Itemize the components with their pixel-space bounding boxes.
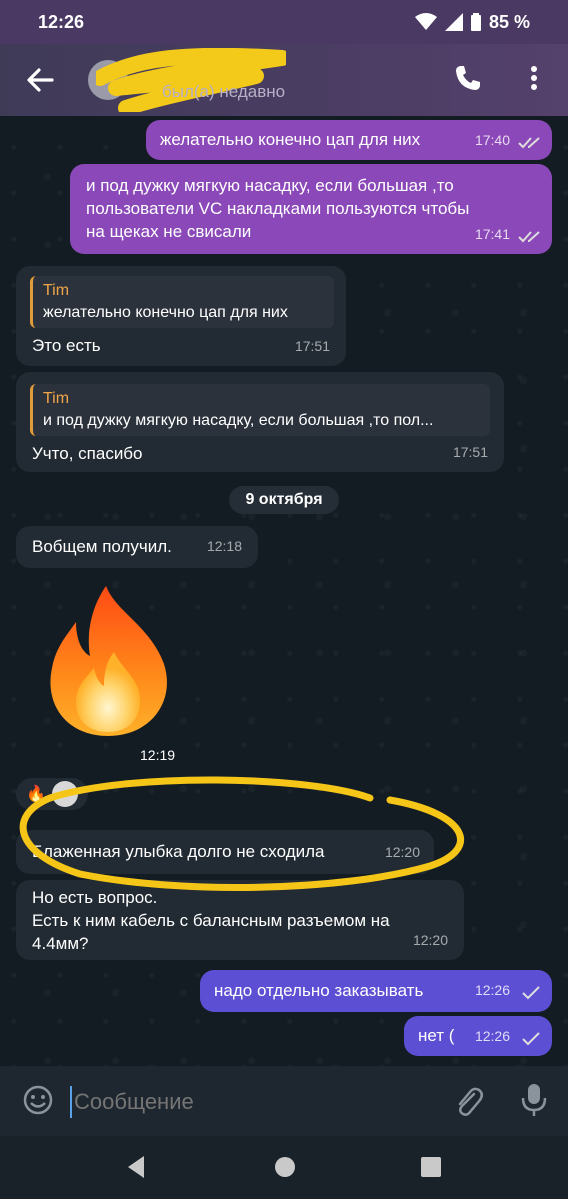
message-text: Блаженная улыбка долго не сходила	[32, 842, 325, 861]
wifi-icon	[414, 13, 437, 30]
reaction-emoji: 🔥	[26, 786, 46, 803]
message-text: надо отдельно заказывать	[214, 981, 424, 1000]
date-separator: 9 октября	[229, 486, 339, 514]
battery-level: 85 %	[488, 11, 530, 32]
chat-header: был(а) недавно	[0, 44, 568, 116]
nav-home-icon[interactable]	[270, 1152, 300, 1182]
check-icon	[522, 1032, 540, 1046]
reaction-pill[interactable]: 🔥	[16, 778, 88, 810]
battery-icon	[470, 13, 481, 31]
double-check-icon	[518, 231, 540, 243]
message-time: 12:26	[474, 1028, 510, 1044]
sticker-time-chip: 12:19	[130, 740, 186, 766]
reply-quote[interactable]: Tim желательно конечно цап для них	[30, 276, 334, 328]
message-text: и под дужку мягкую насадку, если большая…	[86, 176, 470, 241]
more-vertical-icon[interactable]	[522, 62, 546, 94]
message-text: Учто, спасибо	[32, 444, 143, 463]
message-composer	[0, 1066, 568, 1136]
quote-author: Tim	[43, 282, 70, 299]
message-text: желательно конечно цап для них	[160, 130, 421, 149]
status-bar: 12:26 85 %	[0, 0, 568, 44]
check-icon	[522, 986, 540, 1000]
contact-status: был(а) недавно	[162, 82, 286, 101]
message-text: Но есть вопрос. Есть к ним кабель с бала…	[32, 888, 390, 953]
phone-icon[interactable]	[452, 62, 484, 94]
message-incoming[interactable]: Но есть вопрос. Есть к ним кабель с бала…	[16, 880, 464, 960]
fire-emoji-sticker[interactable]	[46, 582, 172, 738]
message-text: нет (	[418, 1026, 455, 1045]
reactor-avatar	[51, 781, 78, 807]
message-incoming[interactable]: Вобщем получил. 12:18	[16, 526, 258, 568]
quote-text: и под дужку мягкую насадку, если большая…	[43, 412, 434, 429]
message-text: Это есть	[32, 336, 101, 355]
message-incoming[interactable]: Tim и под дужку мягкую насадку, если бол…	[16, 372, 504, 472]
microphone-icon[interactable]	[518, 1082, 550, 1118]
message-time: 12:26	[474, 982, 510, 998]
status-time: 12:26	[38, 11, 85, 32]
system-navigation-bar	[0, 1136, 568, 1199]
message-time: 12:20	[412, 932, 448, 948]
redaction-scribble	[96, 48, 286, 112]
message-time: 17:51	[294, 338, 330, 354]
double-check-icon	[518, 137, 540, 149]
message-time: 17:40	[474, 132, 510, 148]
quote-text: желательно конечно цап для них	[43, 304, 288, 321]
message-time: 12:18	[206, 538, 242, 554]
message-outgoing[interactable]: желательно конечно цап для них 17:40	[146, 120, 552, 160]
message-time: 17:41	[474, 226, 510, 242]
message-outgoing[interactable]: и под дужку мягкую насадку, если большая…	[70, 164, 552, 254]
message-outgoing[interactable]: надо отдельно заказывать 12:26	[200, 970, 552, 1012]
message-outgoing[interactable]: нет ( 12:26	[404, 1016, 552, 1056]
message-incoming[interactable]: Tim желательно конечно цап для них Это е…	[16, 266, 346, 366]
back-arrow-icon[interactable]	[22, 62, 58, 98]
emoji-icon[interactable]	[22, 1084, 54, 1116]
message-input[interactable]	[70, 1086, 416, 1118]
paperclip-icon[interactable]	[452, 1084, 484, 1118]
nav-back-icon[interactable]	[122, 1152, 152, 1182]
message-time: 12:20	[384, 844, 420, 860]
message-time: 12:19	[140, 747, 176, 763]
nav-recents-icon[interactable]	[416, 1152, 446, 1182]
message-incoming[interactable]: Блаженная улыбка долго не сходила 12:20	[16, 830, 434, 874]
message-text: Вобщем получил.	[32, 537, 172, 556]
quote-author: Tim	[43, 390, 70, 407]
message-time: 17:51	[452, 444, 488, 460]
signal-icon	[444, 13, 463, 31]
reply-quote[interactable]: Tim и под дужку мягкую насадку, если бол…	[30, 384, 490, 436]
